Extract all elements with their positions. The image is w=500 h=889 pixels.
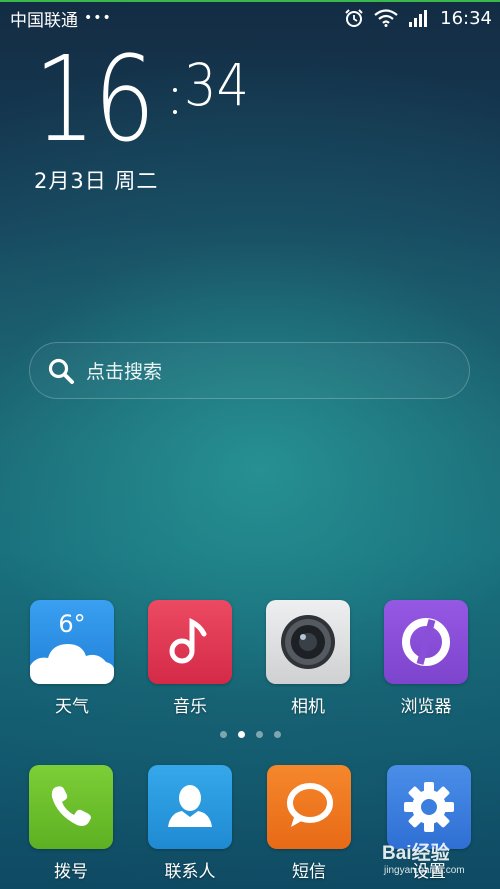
page-indicator	[0, 731, 500, 739]
settings-icon	[387, 765, 471, 849]
music-icon	[148, 600, 232, 684]
app-messages[interactable]: 短信	[254, 765, 364, 882]
app-browser[interactable]: 浏览器	[371, 600, 481, 717]
carrier-name: 中国联通	[10, 10, 78, 31]
app-label: 天气	[55, 697, 89, 717]
clock-hour: 16	[34, 30, 155, 168]
status-accent-line	[0, 0, 500, 2]
weather-icon: 6°	[30, 600, 114, 684]
page-dot[interactable]	[273, 731, 281, 738]
search-icon	[48, 358, 74, 384]
app-label: 相机	[291, 697, 325, 717]
watermark-url: jingyan.baidu.com	[384, 865, 465, 876]
page-dot[interactable]	[255, 731, 263, 738]
app-contacts[interactable]: 联系人	[135, 765, 245, 882]
app-label: 短信	[292, 862, 326, 882]
app-music[interactable]: 音乐	[135, 600, 245, 717]
wifi-icon	[374, 9, 398, 27]
weather-temperature: 6°	[58, 610, 86, 638]
app-camera[interactable]: 相机	[253, 600, 363, 717]
search-placeholder: 点击搜索	[86, 361, 163, 383]
search-bar[interactable]: 点击搜索	[29, 342, 470, 399]
page-dot-active[interactable]	[237, 731, 245, 738]
date-label: 2月3日 周二	[34, 169, 159, 193]
signal-icon	[409, 10, 428, 27]
notification-dots: •••	[84, 10, 112, 26]
app-label: 联系人	[164, 862, 216, 882]
baidu-jingyan-watermark: Bai经验 jingyan.baidu.com	[382, 838, 500, 888]
app-label: 拨号	[54, 862, 88, 882]
page-dot[interactable]	[219, 731, 227, 738]
watermark-logo: Bai经验	[382, 843, 450, 864]
phone-icon	[29, 765, 113, 849]
status-bar: 中国联通 ••• 16:34	[0, 3, 500, 33]
app-label: 音乐	[173, 697, 207, 717]
app-phone[interactable]: 拨号	[16, 765, 126, 882]
clock-colon	[173, 88, 177, 122]
contacts-icon	[148, 765, 232, 849]
browser-icon	[384, 600, 468, 684]
app-weather[interactable]: 6° 天气	[17, 600, 127, 717]
clock-widget[interactable]: 16 34	[34, 40, 294, 170]
alarm-icon	[345, 9, 363, 27]
camera-icon	[266, 600, 350, 684]
status-time: 16:34	[440, 7, 492, 29]
message-icon	[267, 765, 351, 849]
app-label: 浏览器	[400, 697, 452, 717]
clock-minute: 34	[184, 51, 249, 119]
